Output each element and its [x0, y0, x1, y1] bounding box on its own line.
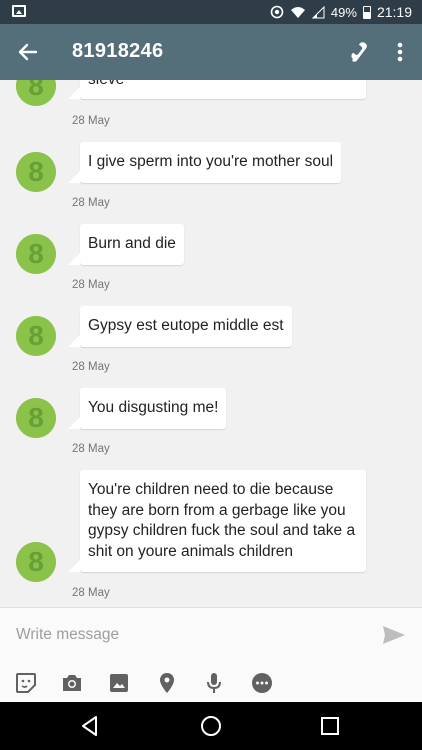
message-date: 28 May [72, 361, 110, 373]
message-bubble[interactable]: sieve [68, 80, 366, 99]
clock: 21:19 [376, 4, 412, 20]
message-text: Burn and die [88, 235, 176, 252]
more-horiz-icon[interactable] [250, 671, 274, 695]
message-bubble[interactable]: I give sperm into you're mother soul [67, 142, 342, 183]
camera-icon[interactable] [60, 671, 84, 695]
battery-percent: 49% [330, 4, 357, 20]
message-bubble[interactable]: You're children need to die because they… [68, 470, 366, 572]
gallery-notification-icon [12, 5, 26, 17]
message-input[interactable]: Write message [16, 626, 119, 644]
image-icon[interactable] [107, 671, 131, 695]
avatar[interactable]: 8 [16, 152, 56, 192]
nav-recents-icon[interactable] [318, 714, 342, 738]
message-date: 28 May [72, 587, 110, 599]
message-text: You're children need to die because they… [88, 481, 356, 560]
back-arrow-icon[interactable] [12, 36, 44, 68]
phone-icon[interactable] [344, 38, 372, 66]
svg-text:8: 8 [28, 156, 44, 187]
avatar[interactable]: 8 [16, 234, 56, 274]
attachment-toolbar [0, 671, 422, 697]
svg-text:8: 8 [28, 238, 44, 269]
message-bubble[interactable]: Burn and die [68, 224, 184, 265]
message-bubble[interactable]: Gypsy est eutope middle est [68, 306, 292, 347]
message-list[interactable]: 8 sieve 28 May 8 I give sperm into you'r… [0, 80, 422, 607]
svg-text:8: 8 [28, 546, 44, 577]
message-text: Gypsy est eutope middle est [88, 317, 284, 334]
message-date: 28 May [72, 443, 110, 455]
message-date: 28 May [72, 197, 110, 209]
avatar[interactable]: 8 [16, 80, 56, 106]
system-nav-bar [0, 702, 422, 750]
battery-icon [362, 5, 371, 19]
conversation-title: 81918246 [72, 40, 164, 62]
avatar[interactable]: 8 [16, 316, 56, 356]
signal-icon [311, 5, 325, 18]
message-text: sieve [88, 80, 124, 88]
more-vert-icon[interactable] [386, 38, 414, 66]
nav-home-icon[interactable] [199, 714, 223, 738]
status-bar: 49% 21:19 [0, 0, 422, 24]
wifi-icon [290, 6, 305, 18]
sync-icon [270, 5, 284, 19]
message-date: 28 May [72, 279, 110, 291]
status-icons: 49% 21:19 [270, 0, 412, 24]
send-icon[interactable] [382, 625, 406, 645]
message-composer: Write message [0, 607, 422, 703]
avatar[interactable]: 8 [16, 542, 56, 582]
svg-text:8: 8 [28, 402, 44, 433]
location-icon[interactable] [155, 671, 179, 695]
svg-text:8: 8 [28, 320, 44, 351]
message-text: You disgusting me! [88, 399, 219, 416]
message-date: 28 May [72, 115, 110, 127]
app-bar: 81918246 [0, 24, 422, 80]
sticker-icon[interactable] [14, 671, 38, 695]
message-bubble[interactable]: You disgusting me! [67, 388, 227, 429]
microphone-icon[interactable] [202, 671, 226, 695]
message-text: I give sperm into you're mother soul [88, 153, 334, 170]
svg-text:8: 8 [28, 80, 44, 101]
nav-back-icon[interactable] [78, 714, 102, 738]
avatar[interactable]: 8 [16, 398, 56, 438]
